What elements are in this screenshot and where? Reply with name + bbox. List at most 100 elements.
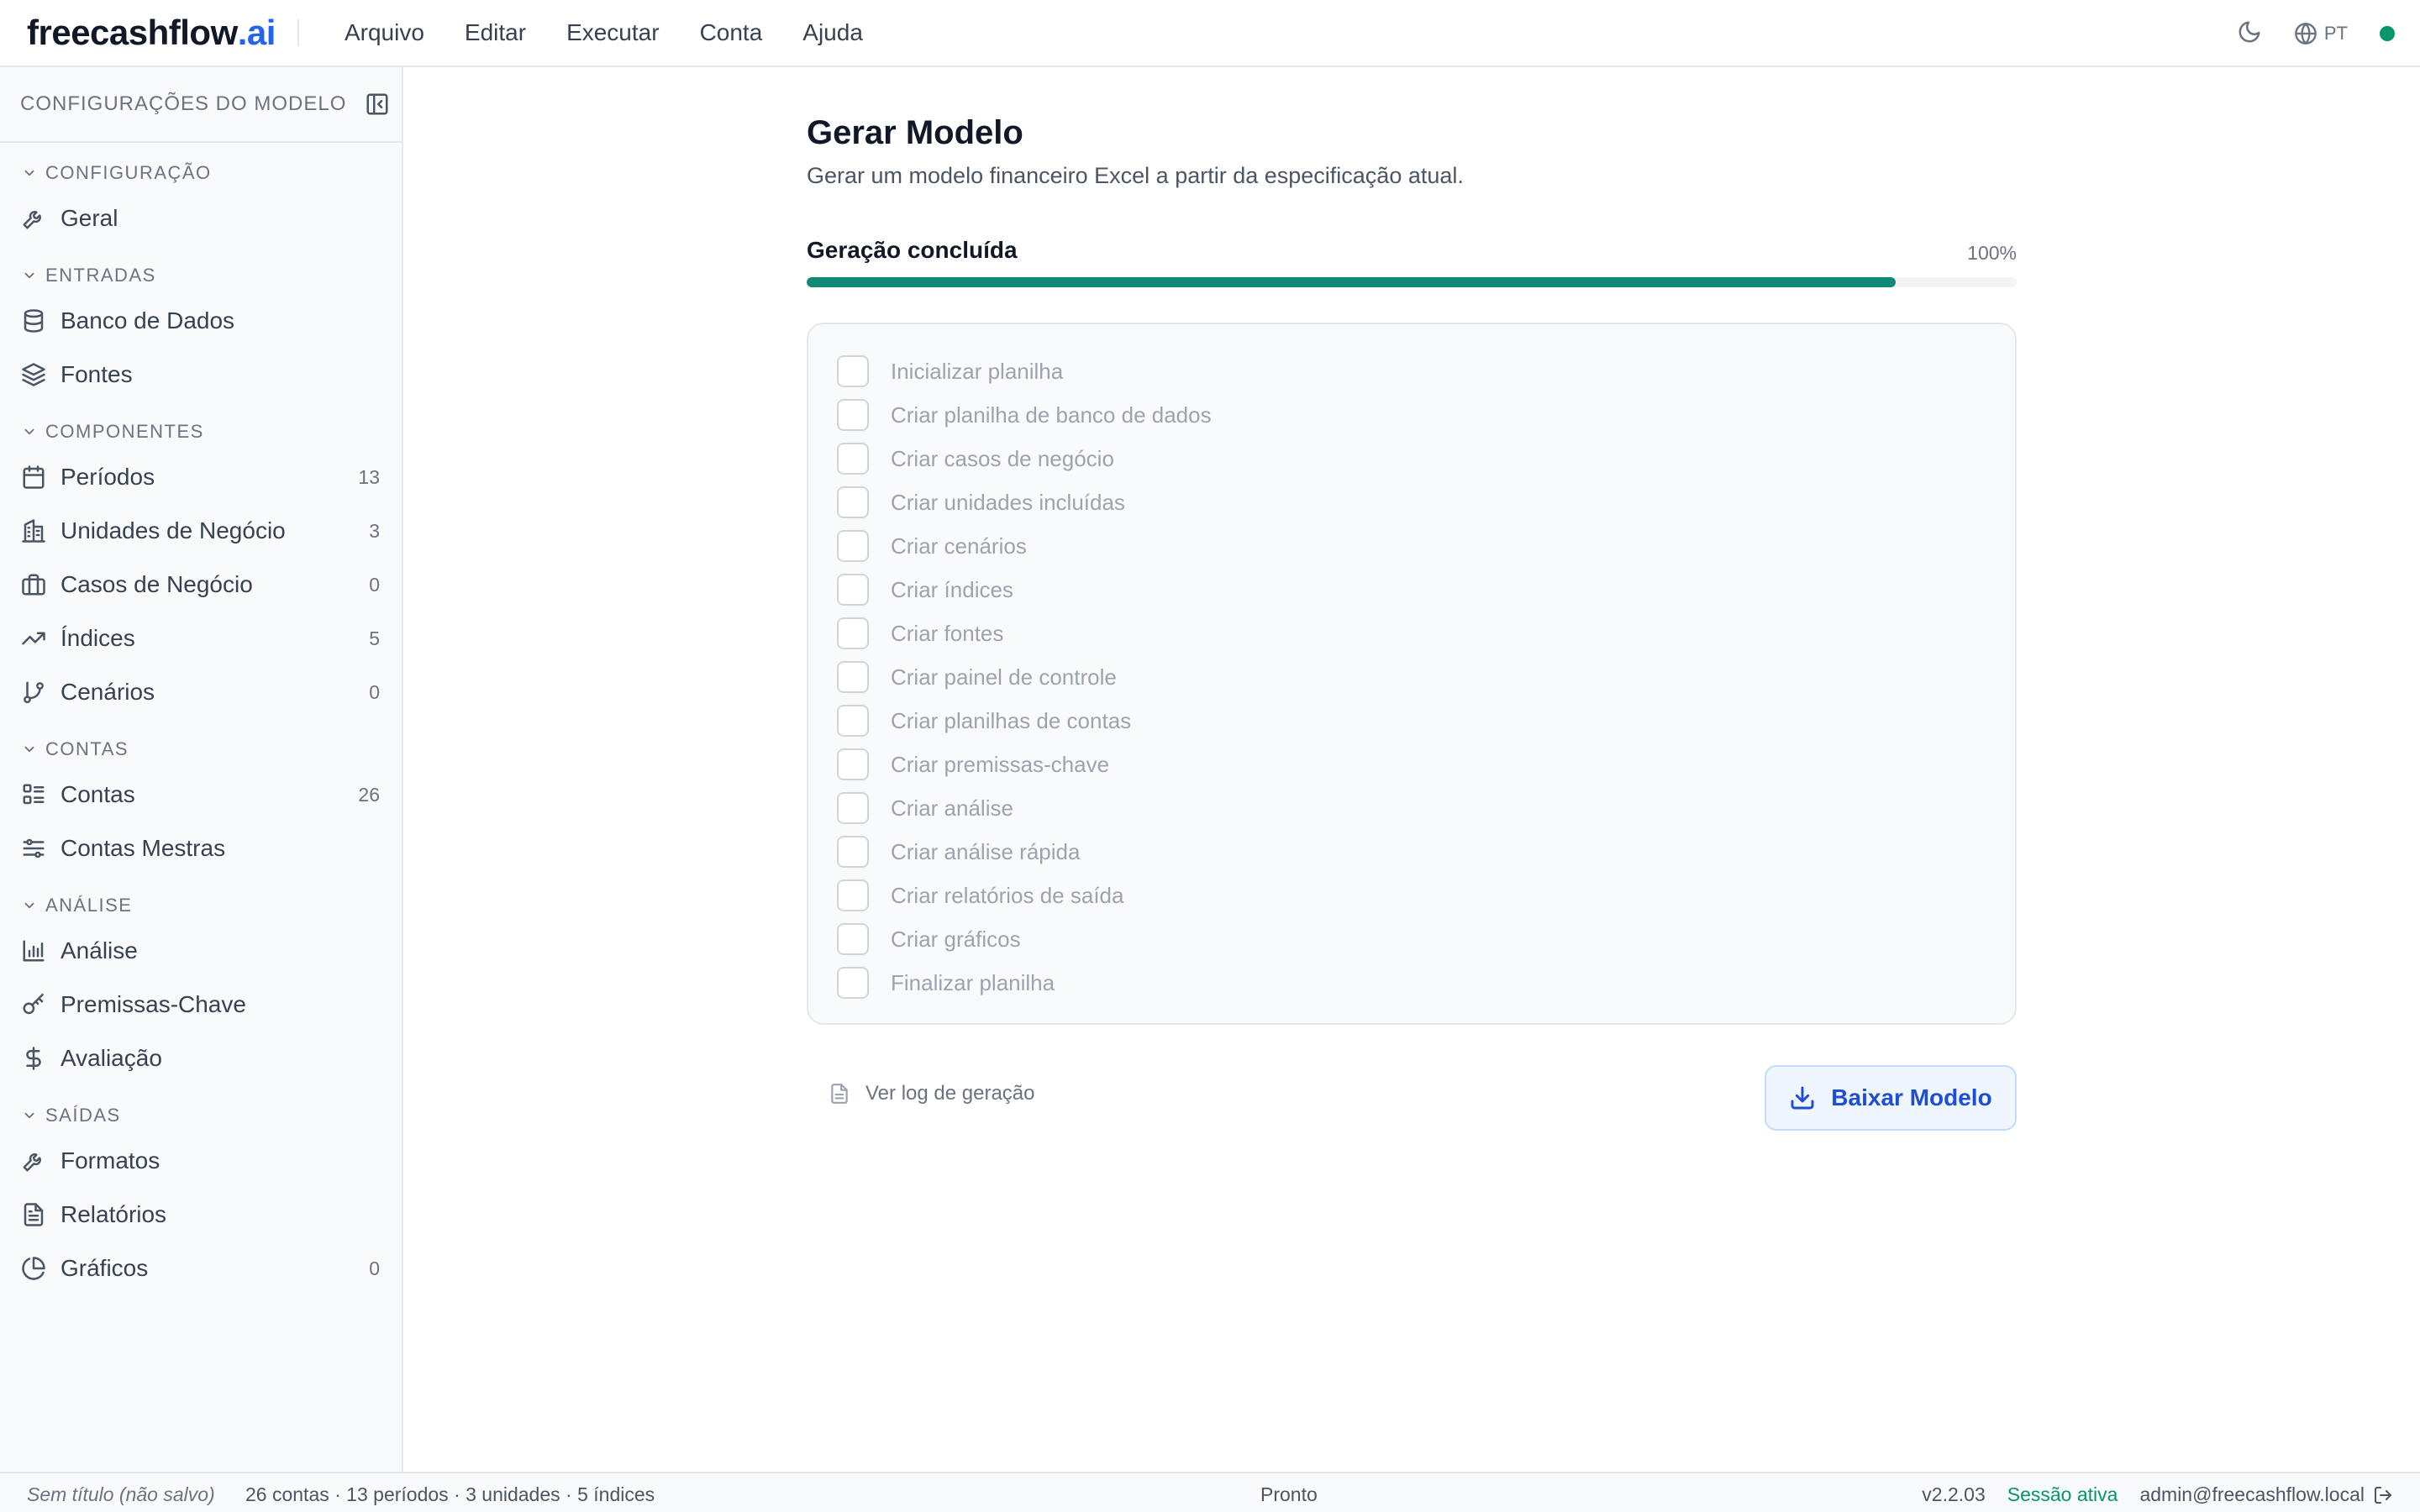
brand-logo[interactable]: freecashflow .ai (27, 13, 276, 53)
session-status: Sessão ativa (2007, 1483, 2118, 1505)
sidebar-section-header[interactable]: ENTRADAS (0, 257, 402, 294)
step-item: Criar premissas-chave (837, 743, 2015, 786)
menu-conta[interactable]: Conta (680, 19, 783, 46)
view-log-link[interactable]: Ver log de geração (829, 1082, 1034, 1105)
sidebar-item-label: Gráficos (60, 1255, 149, 1281)
menu-executar[interactable]: Executar (546, 19, 680, 46)
sidebar-item[interactable]: Contas Mestras (0, 822, 402, 875)
step-item: Criar planilhas de contas (837, 699, 2015, 743)
sidebar-item[interactable]: Cenários 0 (0, 665, 402, 719)
step-checkbox (837, 923, 869, 955)
sidebar-item[interactable]: Premissas-Chave (0, 978, 402, 1032)
sidebar-collapse-icon[interactable] (365, 92, 390, 117)
menu-ajuda[interactable]: Ajuda (782, 19, 883, 46)
sidebar-item[interactable]: Casos de Negócio 0 (0, 558, 402, 612)
ready-status: Pronto (1260, 1483, 1318, 1505)
sidebar-section-header[interactable]: COMPONENTES (0, 413, 402, 450)
top-right-controls: PT (2237, 0, 2395, 67)
trending-up-icon (20, 625, 47, 652)
sidebar-item[interactable]: Períodos 13 (0, 450, 402, 504)
sidebar-item-count: 13 (358, 465, 380, 488)
user-logout[interactable]: admin@freecashflow.local (2139, 1483, 2393, 1506)
sidebar-item[interactable]: Formatos (0, 1134, 402, 1188)
menu-arquivo[interactable]: Arquivo (324, 19, 445, 46)
sidebar-item-label: Banco de Dados (60, 307, 235, 333)
connection-status-dot (2380, 26, 2395, 41)
progress-label: Geração concluída (807, 237, 1018, 263)
sidebar-item-label: Avaliação (60, 1045, 162, 1071)
sidebar: CONFIGURAÇÕES DO MODELO CONFIGURAÇÃO Gera… (0, 67, 403, 1472)
sidebar-item[interactable]: Gráficos 0 (0, 1242, 402, 1295)
sidebar-item-count: 5 (369, 627, 380, 649)
sidebar-section-header[interactable]: ANÁLISE (0, 887, 402, 924)
sidebar-item-count: 0 (369, 1257, 380, 1279)
step-label: Criar planilha de banco de dados (891, 402, 1212, 428)
sidebar-item[interactable]: Banco de Dados (0, 294, 402, 348)
sidebar-item[interactable]: Avaliação (0, 1032, 402, 1085)
sidebar-item-label: Unidades de Negócio (60, 517, 286, 543)
download-model-button[interactable]: Baixar Modelo (1765, 1065, 2017, 1131)
sidebar-item-count: 26 (358, 783, 380, 806)
step-checkbox (837, 486, 869, 518)
step-item: Criar índices (837, 568, 2015, 612)
sidebar-item-label: Premissas-Chave (60, 991, 246, 1017)
step-label: Criar painel de controle (891, 664, 1117, 690)
sidebar-item-label: Relatórios (60, 1201, 167, 1227)
status-bar: Sem título (não salvo) 26 contas · 13 pe… (0, 1472, 2420, 1512)
sidebar-item[interactable]: Fontes (0, 348, 402, 402)
sidebar-item[interactable]: Índices 5 (0, 612, 402, 665)
sidebar-item[interactable]: Análise (0, 924, 402, 978)
file-text-icon (20, 1201, 47, 1228)
language-selector[interactable]: PT (2294, 22, 2348, 45)
section-title: ANÁLISE (45, 895, 133, 916)
sidebar-item[interactable]: Unidades de Negócio 3 (0, 504, 402, 558)
sidebar-item-label: Cenários (60, 679, 155, 705)
section-title: CONFIGURAÇÃO (45, 162, 212, 183)
menu-editar[interactable]: Editar (445, 19, 546, 46)
sidebar-item[interactable]: Geral (0, 192, 402, 245)
step-label: Criar índices (891, 576, 1013, 602)
main-menu: Arquivo Editar Executar Conta Ajuda (324, 19, 883, 46)
model-stats: 26 contas · 13 períodos · 3 unidades · 5… (245, 1483, 655, 1505)
section-title: ENTRADAS (45, 265, 156, 286)
sidebar-section-header[interactable]: CONTAS (0, 731, 402, 768)
building-icon (20, 517, 47, 544)
pie-chart-icon (20, 1255, 47, 1282)
step-item: Inicializar planilha (837, 349, 2015, 393)
sidebar-section-header[interactable]: SAÍDAS (0, 1097, 402, 1134)
user-email: admin@freecashflow.local (2139, 1483, 2365, 1505)
step-item: Criar planilha de banco de dados (837, 393, 2015, 437)
top-bar: freecashflow .ai Arquivo Editar Executar Con… (0, 0, 2420, 67)
sidebar-item-label: Formatos (60, 1147, 160, 1173)
page-subtitle: Gerar um modelo financeiro Excel a parti… (807, 163, 1464, 188)
sidebar-item-label: Índices (60, 625, 135, 651)
sidebar-item[interactable]: Contas 26 (0, 768, 402, 822)
sidebar-item[interactable]: Relatórios (0, 1188, 402, 1242)
sidebar-sections: CONFIGURAÇÃO Geral ENTRADAS Banco de Dados F… (0, 155, 402, 1295)
step-checkbox (837, 355, 869, 387)
sidebar-item-label: Fontes (60, 361, 133, 387)
progress-bar (807, 277, 2017, 287)
list-icon (20, 781, 47, 808)
file-icon (831, 1084, 848, 1104)
brand-divider (297, 19, 299, 46)
step-item: Criar unidades incluídas (837, 480, 2015, 524)
step-label: Criar planilhas de contas (891, 707, 1132, 733)
chevron-down-icon (22, 1108, 37, 1123)
dollar-icon (20, 1045, 47, 1072)
step-item: Criar cenários (837, 524, 2015, 568)
step-checkbox (837, 967, 869, 999)
chevron-down-icon (22, 898, 37, 913)
sidebar-item-label: Análise (60, 937, 138, 963)
section-title: SAÍDAS (45, 1105, 121, 1126)
sidebar-item-label: Contas Mestras (60, 835, 226, 861)
sidebar-section-header[interactable]: CONFIGURAÇÃO (0, 155, 402, 192)
file-name-status: Sem título (não salvo) (27, 1483, 215, 1505)
version-label: v2.2.03 (1922, 1483, 1986, 1505)
page-title: Gerar Modelo (807, 114, 1023, 151)
step-checkbox (837, 399, 869, 431)
step-label: Criar casos de negócio (891, 445, 1114, 471)
chevron-down-icon (22, 742, 37, 757)
moon-icon[interactable] (2237, 19, 2262, 49)
calendar-icon (20, 464, 47, 491)
